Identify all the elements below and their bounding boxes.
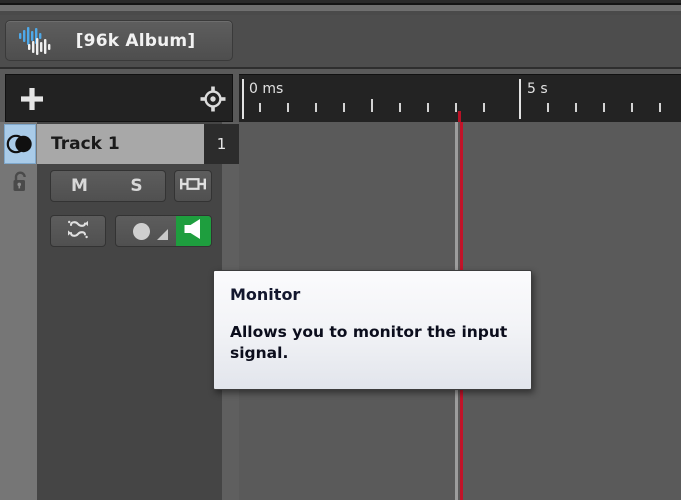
ruler-tick [315, 103, 317, 112]
ruler-tick [547, 103, 549, 112]
monitor-button[interactable] [176, 216, 211, 246]
ruler-tick [603, 103, 605, 112]
unlocked-padlock-icon[interactable] [11, 170, 31, 194]
ruler-major-mark [519, 79, 521, 119]
ruler-label-0ms: 0 ms [249, 81, 283, 97]
triangle-menu-icon[interactable] [157, 229, 168, 240]
record-button[interactable] [116, 216, 176, 246]
tooltip-body: Allows you to monitor the input signal. [230, 322, 515, 364]
overlapping-circles-icon[interactable] [4, 124, 36, 164]
waveform-icon [15, 26, 55, 56]
ruler-major-mark [242, 79, 244, 119]
title-bar: [96k Album] [0, 15, 681, 69]
ruler-tick [399, 103, 401, 112]
ruler-tick [343, 103, 345, 112]
loop-arrows-icon [65, 218, 91, 244]
ruler-tick [631, 103, 633, 112]
track-name-label[interactable]: Track 1 [37, 124, 204, 164]
ruler-label-5s: 5 s [527, 81, 548, 97]
ruler-tick [259, 103, 261, 112]
track-number: 1 [204, 124, 239, 164]
ruler-tick [455, 103, 457, 112]
ruler-playhead-marker [458, 111, 461, 122]
tooltip-title: Monitor [230, 285, 515, 304]
record-circle-icon [133, 223, 150, 240]
solo-button[interactable]: S [108, 176, 165, 196]
ruler-tick [427, 103, 429, 112]
ruler-tick [287, 103, 289, 112]
ruler-tick [575, 103, 577, 112]
ruler-tick [483, 103, 485, 112]
project-button[interactable]: [96k Album] [5, 20, 233, 61]
mute-button[interactable]: M [51, 176, 108, 196]
ruler-tick-mid [371, 99, 373, 112]
time-ruler[interactable]: 0 ms 5 s [239, 74, 681, 122]
mute-solo-button-group[interactable]: M S [50, 170, 166, 202]
project-button-label: [96k Album] [55, 31, 232, 51]
target-icon[interactable] [200, 86, 226, 112]
track-name-row: Track 1 1 [0, 124, 239, 164]
daw-window: [96k Album] 0 ms 5 s [0, 0, 681, 500]
speaker-icon [181, 218, 207, 244]
io-routing-icon [180, 176, 206, 196]
io-routing-button[interactable] [174, 170, 212, 202]
record-monitor-group [115, 215, 212, 247]
loop-button[interactable] [50, 215, 106, 247]
plus-icon[interactable] [18, 85, 46, 113]
track-toolbar [5, 74, 233, 122]
ruler-tick [659, 103, 661, 112]
tooltip: Monitor Allows you to monitor the input … [213, 270, 532, 390]
